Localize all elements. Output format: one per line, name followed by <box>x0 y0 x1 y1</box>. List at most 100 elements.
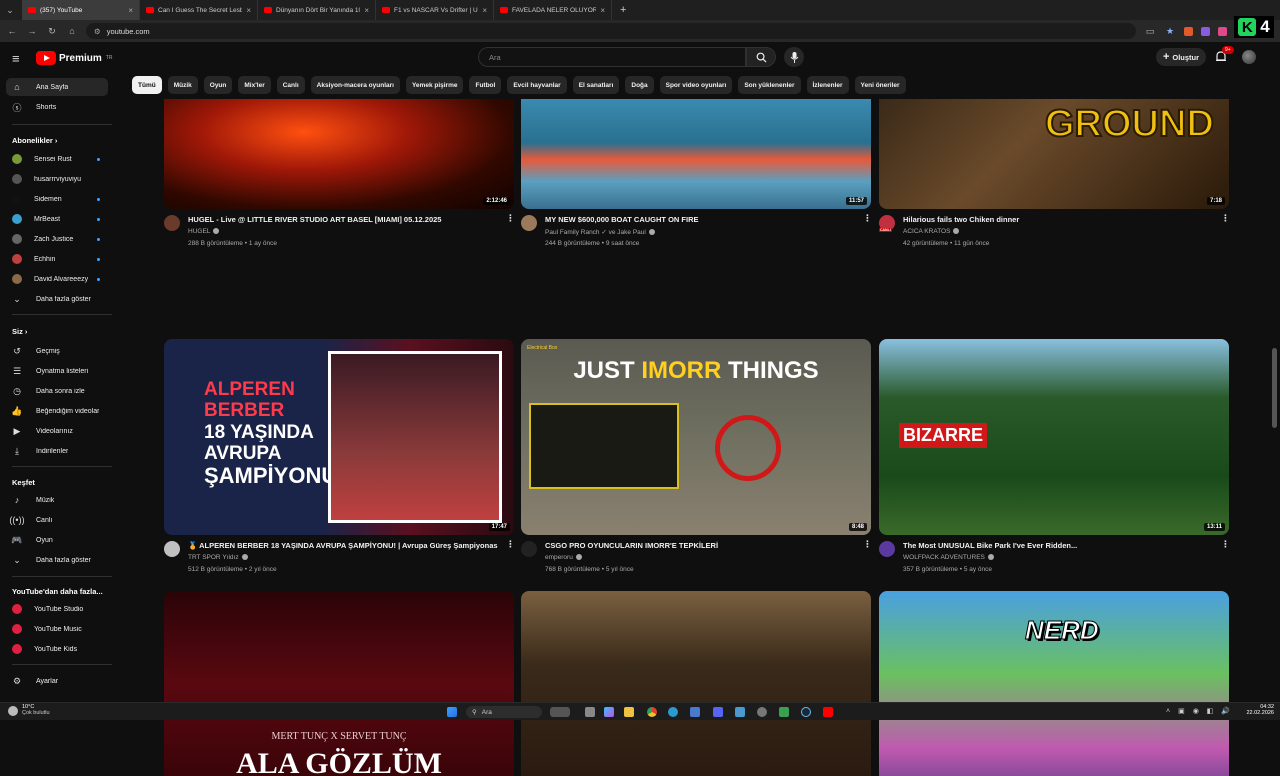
browser-tab-youtube[interactable]: (357) YouTube × <box>22 0 140 20</box>
search-input[interactable]: Ara <box>478 47 746 67</box>
more-options-icon[interactable]: ⋮ <box>506 213 515 224</box>
cast-icon[interactable]: ▭ <box>1144 26 1156 37</box>
channel-avatar[interactable] <box>164 541 180 557</box>
video-thumbnail[interactable]: 2:12:46 <box>164 99 514 209</box>
extension-icon[interactable] <box>1184 26 1193 36</box>
channel-name[interactable]: WOLFPACK ADVENTURES <box>903 554 994 561</box>
subscriptions-show-more[interactable]: ⌄ Daha fazla göster <box>6 290 108 308</box>
video-thumbnail[interactable]: 11:57 <box>521 99 871 209</box>
steam-icon[interactable] <box>801 707 811 717</box>
search-button[interactable] <box>746 47 776 67</box>
sidebar-you-item[interactable]: ◷ Daha sonra izle <box>6 382 108 400</box>
filter-chip[interactable]: Müzik <box>167 76 198 94</box>
filter-chip[interactable]: Aksiyon-macera oyunları <box>310 76 400 94</box>
video-title[interactable]: MY NEW $600,000 BOAT CAUGHT ON FIRE <box>545 215 855 224</box>
home-icon[interactable]: ⌂ <box>66 26 78 36</box>
video-thumbnail[interactable]: MERT TUNÇ X SERVET TUNÇ ALA GÖZLÜM <box>164 591 514 776</box>
sidebar-subscription-item[interactable]: David Alvareeezy <box>6 270 108 288</box>
filter-chip[interactable]: Yemek pişirme <box>405 76 464 94</box>
discord-icon[interactable] <box>713 707 723 717</box>
video-thumbnail[interactable]: NERD <box>879 591 1229 776</box>
more-options-icon[interactable]: ⋮ <box>1221 213 1230 224</box>
sidebar-subscription-item[interactable]: husarrrviyuviyu <box>6 170 108 188</box>
video-thumbnail[interactable]: 8:48 JUST IMORR THINGS Electrical Box <box>521 339 871 535</box>
youtube-app-icon[interactable] <box>823 707 833 717</box>
sidebar-subscription-item[interactable]: Sensei Rust <box>6 150 108 168</box>
video-title[interactable]: Hilarious fails two Chiken dinner <box>903 215 1213 224</box>
sidebar-you-item[interactable]: ▶ Videolarınız <box>6 422 108 440</box>
browser-tab[interactable]: F1 vs NASCAR Vs Drifter | Ultim× <box>376 0 494 20</box>
sidebar-subscription-item[interactable]: Sidemen <box>6 190 108 208</box>
voice-search-button[interactable] <box>784 47 804 67</box>
app-icon[interactable] <box>779 707 789 717</box>
channel-name[interactable]: ACICA KRATOS <box>903 228 960 235</box>
sidebar-subscription-item[interactable]: Echhin <box>6 250 108 268</box>
video-title[interactable]: HUGEL - Live @ LITTLE RIVER STUDIO ART B… <box>188 215 498 224</box>
extension-icon[interactable] <box>1201 26 1210 36</box>
browser-tab[interactable]: Dünyanın Dört Bir Yanında 10 C × <box>258 0 376 20</box>
menu-icon[interactable]: ≡ <box>12 51 24 66</box>
clock[interactable]: 04:32 22.02.2026 <box>1238 704 1274 716</box>
taskbar-app-icon[interactable] <box>550 707 570 717</box>
filter-chip[interactable]: Canlı <box>276 76 305 94</box>
create-button[interactable]: + Oluştur <box>1156 48 1206 66</box>
video-title[interactable]: 🏅 ALPEREN BERBER 18 YAŞINDA AVRUPA ŞAMPİ… <box>188 541 498 550</box>
sidebar-explore-item[interactable]: ((•)) Canlı <box>6 511 108 529</box>
system-tray[interactable]: ˄▣◉◧🔊 <box>1166 707 1238 715</box>
back-icon[interactable]: ← <box>6 26 18 36</box>
taskbar-search[interactable]: ⚲ Ara <box>466 706 542 718</box>
video-thumbnail[interactable]: 17:47 ALPEREN BERBER 18 YAŞINDA AVRUPA ŞAMPİY… <box>164 339 514 535</box>
more-options-icon[interactable]: ⋮ <box>506 539 515 550</box>
channel-avatar[interactable] <box>879 541 895 557</box>
sidebar-youtube-service-item[interactable]: YouTube Kids <box>6 640 108 658</box>
filter-chip[interactable]: Tümü <box>132 76 162 94</box>
more-from-youtube-heading[interactable]: YouTube'dan daha fazla... <box>12 587 103 596</box>
video-title[interactable]: CSGO PRO OYUNCULARIN IMORR'E TEPKİLERİ <box>545 541 855 550</box>
weather-widget[interactable]: 10°C Çok bulutlu <box>8 704 50 716</box>
sidebar-youtube-service-item[interactable]: YouTube Music <box>6 620 108 638</box>
extension-icon[interactable] <box>1218 26 1227 36</box>
channel-avatar[interactable] <box>164 215 180 231</box>
task-view-icon[interactable] <box>585 707 595 717</box>
sidebar-explore-item[interactable]: ⌄ Daha fazla göster <box>6 551 108 569</box>
close-icon[interactable]: × <box>364 6 369 15</box>
settings-gear-icon[interactable] <box>757 707 767 717</box>
page-scrollbar[interactable] <box>1272 348 1277 428</box>
windows-start-icon[interactable] <box>447 707 457 717</box>
account-avatar[interactable] <box>1242 50 1256 64</box>
new-tab-button[interactable]: + <box>612 4 634 16</box>
sidebar-you-item[interactable]: ☰ Oynatma listeleri <box>6 362 108 380</box>
file-explorer-icon[interactable] <box>624 707 634 717</box>
browser-tab[interactable]: FAVELADA NELER OLUYOR? - S× <box>494 0 612 20</box>
forward-icon[interactable]: → <box>26 26 38 36</box>
filter-chip[interactable]: Mix'ler <box>238 76 271 94</box>
subscriptions-heading[interactable]: Abonelikler › <box>12 136 57 145</box>
sidebar-youtube-service-item[interactable]: YouTube Studio <box>6 600 108 618</box>
filter-chip[interactable]: Futbol <box>469 76 502 94</box>
sidebar-subscription-item[interactable]: Zach Justice <box>6 230 108 248</box>
channel-name[interactable]: TRT SPOR Yıldız <box>188 554 248 561</box>
app-icon[interactable] <box>735 707 745 717</box>
more-options-icon[interactable]: ⋮ <box>863 213 872 224</box>
copilot-icon[interactable] <box>604 707 614 717</box>
sidebar-item-shorts[interactable]: ⓢ Shorts <box>6 98 108 116</box>
sidebar-you-item[interactable]: ⤓ İndirilenler <box>6 442 108 460</box>
sidebar-you-item[interactable]: 👍 Beğendiğim videolar <box>6 402 108 420</box>
close-icon[interactable]: × <box>600 6 605 15</box>
tab-list-menu-icon[interactable]: ⌄ <box>4 5 16 16</box>
close-icon[interactable]: × <box>246 6 251 15</box>
channel-name[interactable]: HUGEL <box>188 228 220 235</box>
edge-icon[interactable] <box>668 707 678 717</box>
browser-tab[interactable]: Can I Guess The Secret Lesbian× <box>140 0 258 20</box>
channel-name[interactable]: emperoru <box>545 554 582 561</box>
close-icon[interactable]: × <box>482 6 487 15</box>
close-icon[interactable]: × <box>128 6 133 15</box>
bookmark-star-icon[interactable]: ★ <box>1164 26 1176 37</box>
sidebar-settings[interactable]: ⚙ Ayarlar <box>6 672 108 690</box>
sidebar-explore-item[interactable]: 🎮 Oyun <box>6 531 108 549</box>
video-thumbnail[interactable]: 7:18 GROUND <box>879 99 1229 209</box>
sidebar-explore-item[interactable]: ♪ Müzik <box>6 491 108 509</box>
more-options-icon[interactable]: ⋮ <box>1221 539 1230 550</box>
filter-chip[interactable]: Doğa <box>625 76 654 94</box>
store-icon[interactable] <box>690 707 700 717</box>
